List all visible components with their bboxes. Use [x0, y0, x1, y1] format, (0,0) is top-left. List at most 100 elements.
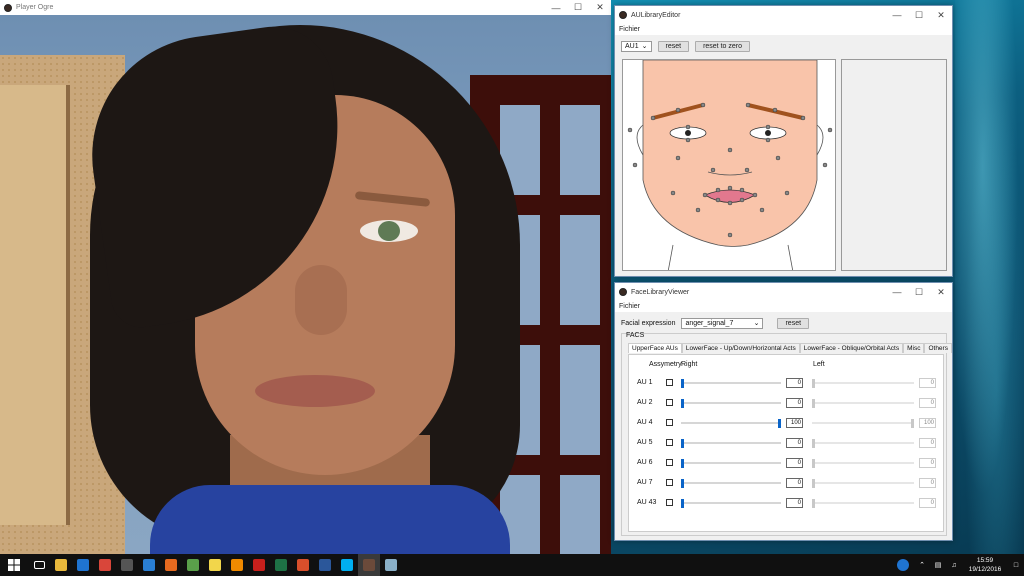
notifications-icon[interactable]: □ — [1008, 554, 1024, 576]
edge-icon[interactable] — [72, 554, 94, 576]
firefox-icon[interactable] — [160, 554, 182, 576]
start-icon[interactable] — [0, 554, 28, 576]
facelib-menu-fichier[interactable]: Fichier — [615, 301, 952, 312]
expression-reset-button[interactable]: reset — [777, 317, 810, 329]
tab-misc[interactable]: Misc — [903, 343, 925, 353]
other-icon[interactable] — [380, 554, 402, 576]
avatar-lips — [255, 375, 375, 407]
au-library-editor-window[interactable]: AULibraryEditor — ☐ ✕ Fichier AU1 ⌄ reset… — [614, 5, 953, 277]
left-slider — [812, 419, 914, 428]
player-titlebar[interactable]: Player Ogre — ☐ ✕ — [0, 0, 611, 15]
paint-icon[interactable] — [292, 554, 314, 576]
right-value[interactable]: 0 — [786, 478, 803, 488]
avatar-shirt — [150, 485, 510, 554]
left-slider — [812, 399, 914, 408]
store-icon[interactable] — [116, 554, 138, 576]
right-value[interactable]: 0 — [786, 378, 803, 388]
left-slider — [812, 479, 914, 488]
help-icon[interactable] — [892, 554, 914, 576]
col-left: Left — [813, 361, 825, 368]
reset-button[interactable]: reset — [657, 40, 690, 52]
chrome-icon[interactable] — [94, 554, 116, 576]
minimize-icon[interactable]: — — [886, 283, 908, 301]
close-icon[interactable]: ✕ — [930, 6, 952, 24]
asymmetry-checkbox[interactable] — [666, 479, 673, 486]
right-slider-thumb[interactable] — [681, 399, 684, 408]
left-value: 0 — [919, 438, 936, 448]
right-slider-thumb[interactable] — [681, 499, 684, 508]
right-slider[interactable] — [681, 399, 781, 408]
face-library-viewer-window[interactable]: FaceLibraryViewer — ☐ ✕ Fichier Facial e… — [614, 282, 953, 541]
right-slider-thumb[interactable] — [681, 479, 684, 488]
right-slider-thumb[interactable] — [681, 459, 684, 468]
right-value[interactable]: 0 — [786, 498, 803, 508]
au-row: AU 5 0 0 — [629, 437, 945, 449]
skype-icon[interactable] — [336, 554, 358, 576]
maximize-icon[interactable]: ☐ — [908, 283, 930, 301]
facelib-titlebar[interactable]: FaceLibraryViewer — ☐ ✕ — [615, 283, 952, 301]
right-slider-thumb[interactable] — [681, 439, 684, 448]
right-slider[interactable] — [681, 459, 781, 468]
tab-lowerface-updown[interactable]: LowerFace - Up/Down/Horizontal Acts — [681, 343, 800, 353]
asymmetry-checkbox[interactable] — [666, 379, 673, 386]
asymmetry-checkbox[interactable] — [666, 399, 673, 406]
aulib-menu-fichier[interactable]: Fichier — [615, 24, 952, 35]
left-slider-thumb — [812, 379, 815, 388]
right-slider[interactable] — [681, 499, 781, 508]
right-slider-thumb[interactable] — [778, 419, 781, 428]
file-explorer-icon[interactable] — [50, 554, 72, 576]
player-title: Player Ogre — [16, 4, 54, 11]
right-value[interactable]: 0 — [786, 438, 803, 448]
asymmetry-checkbox[interactable] — [666, 499, 673, 506]
asymmetry-checkbox[interactable] — [666, 459, 673, 466]
system-tray: ⌃ ▤ ♫ 15:59 19/12/2016 □ — [892, 554, 1024, 576]
player-ogre-window[interactable]: Player Ogre — ☐ ✕ — [0, 0, 611, 554]
close-icon[interactable]: ✕ — [930, 283, 952, 301]
aulib-titlebar[interactable]: AULibraryEditor — ☐ ✕ — [615, 6, 952, 24]
right-slider[interactable] — [681, 479, 781, 488]
clock[interactable]: 15:59 19/12/2016 — [962, 556, 1008, 574]
right-slider[interactable] — [681, 439, 781, 448]
app-icon — [619, 288, 627, 296]
au-row: AU 2 0 0 — [629, 397, 945, 409]
col-asymmetry: Assymetry — [649, 361, 682, 368]
right-slider-thumb[interactable] — [681, 379, 684, 388]
asymmetry-checkbox[interactable] — [666, 439, 673, 446]
sticky-icon[interactable] — [204, 554, 226, 576]
asymmetry-checkbox[interactable] — [666, 419, 673, 426]
maximize-icon[interactable]: ☐ — [908, 6, 930, 24]
tab-others[interactable]: Others — [924, 343, 952, 353]
left-slider — [812, 439, 914, 448]
avatar-viewport[interactable] — [0, 15, 611, 554]
tab-lowerface-oblique[interactable]: LowerFace - Oblique/Orbital Acts — [799, 343, 904, 353]
expression-label: Facial expression — [621, 319, 676, 327]
minimize-icon[interactable]: — — [886, 6, 908, 24]
expression-select[interactable]: anger_signal_7 ⌄ — [681, 317, 764, 329]
edge-alt-icon[interactable] — [138, 554, 160, 576]
chevron-down-icon: ⌄ — [641, 42, 648, 50]
notepad-icon[interactable] — [182, 554, 204, 576]
ogre-app-icon — [4, 3, 12, 12]
left-slider-thumb — [911, 419, 914, 428]
right-value[interactable]: 100 — [786, 418, 803, 428]
tab-upperface[interactable]: UpperFace AUs — [628, 343, 682, 353]
au-label: AU 4 — [637, 419, 653, 426]
reset-to-zero-button[interactable]: reset to zero — [695, 40, 750, 52]
word-icon[interactable] — [314, 554, 336, 576]
wall-panel — [0, 85, 70, 525]
right-slider[interactable] — [681, 419, 781, 428]
aulib-title: AULibraryEditor — [631, 11, 681, 19]
acrobat-icon[interactable] — [248, 554, 270, 576]
ogre-icon[interactable] — [358, 554, 380, 576]
network-icon[interactable]: ▤ — [930, 554, 946, 576]
right-slider[interactable] — [681, 379, 781, 388]
task-view-icon[interactable] — [28, 554, 50, 576]
excel-icon[interactable] — [270, 554, 292, 576]
vlc-icon[interactable] — [226, 554, 248, 576]
chevron-up-icon[interactable]: ⌃ — [914, 554, 930, 576]
au-select[interactable]: AU1 ⌄ — [621, 40, 652, 52]
right-value[interactable]: 0 — [786, 458, 803, 468]
right-value[interactable]: 0 — [786, 398, 803, 408]
face-mesh-canvas[interactable] — [622, 59, 836, 271]
volume-icon[interactable]: ♫ — [946, 554, 962, 576]
